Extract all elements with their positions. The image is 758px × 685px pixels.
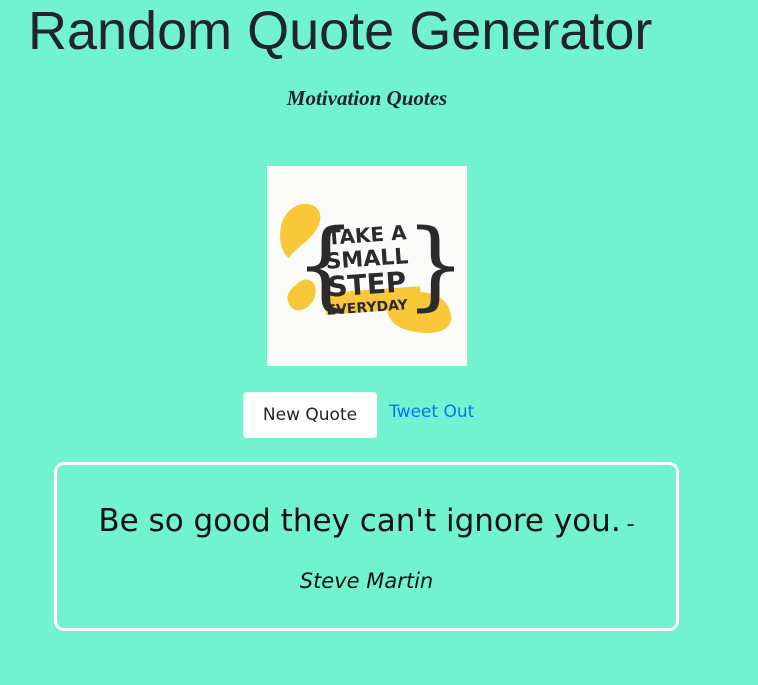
tweet-out-link[interactable]: Tweet Out (389, 402, 474, 422)
quote-line: Be so good they can't ignore you. - (57, 503, 676, 539)
quote-text: Be so good they can't ignore you. (98, 503, 621, 539)
quote-card: Be so good they can't ignore you. - Steve… (54, 462, 679, 631)
svg-text:}: } (405, 209, 466, 321)
motivation-image: { } TAKE A SMALL STEP EVERYDAY (267, 166, 467, 366)
quote-author: Steve Martin (299, 569, 434, 593)
quote-dash: - (626, 512, 635, 537)
page-subtitle: Motivation Quotes (286, 86, 448, 110)
new-quote-button[interactable]: New Quote (243, 392, 377, 438)
page-title: Random Quote Generator (28, 1, 653, 61)
